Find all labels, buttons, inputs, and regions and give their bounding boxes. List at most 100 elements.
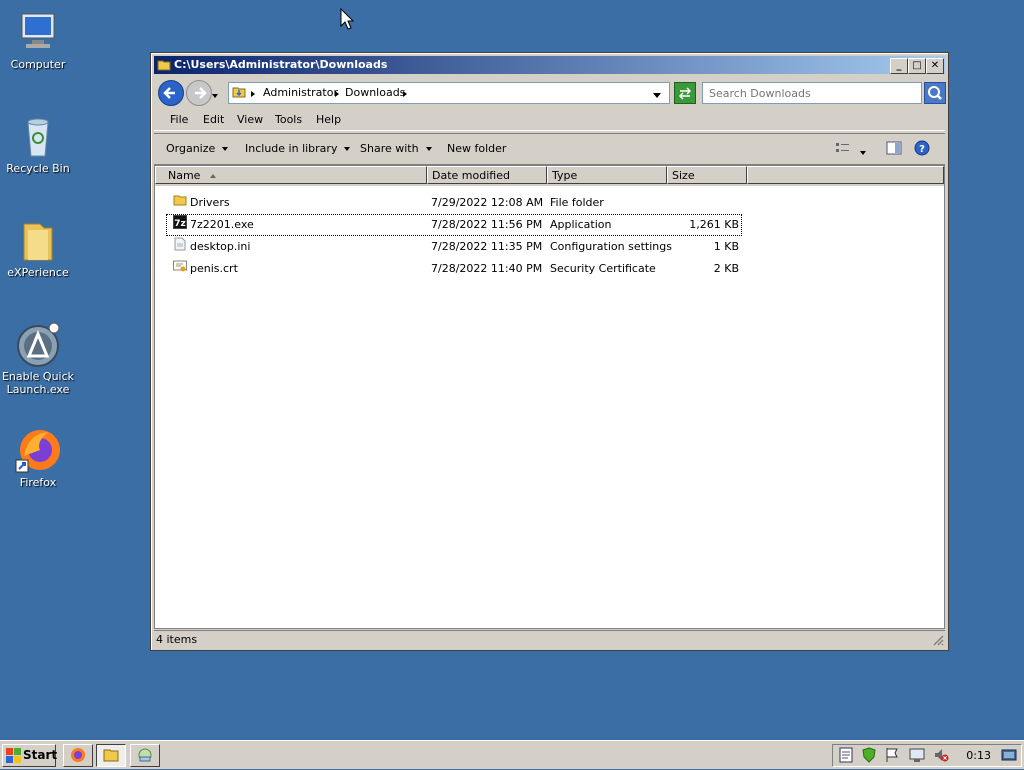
- breadcrumb-downloads[interactable]: Downloads: [345, 86, 405, 99]
- column-header-size[interactable]: Size: [667, 166, 747, 184]
- breadcrumb-administrator[interactable]: Administrator: [263, 86, 338, 99]
- file-date: 7/29/2022 12:08 AM: [431, 196, 544, 209]
- address-bar[interactable]: Administrator Downloads: [228, 82, 670, 104]
- title-bar[interactable]: C:\Users\Administrator\Downloads _ □ ✕: [154, 56, 945, 74]
- mouse-cursor-icon: [340, 7, 355, 33]
- forward-button[interactable]: [186, 80, 212, 106]
- search-input[interactable]: [707, 83, 911, 103]
- desktop-icon-recycle-bin[interactable]: Recycle Bin: [0, 112, 76, 175]
- desktop-icon-enable-quick-launch[interactable]: Enable Quick Launch.exe: [0, 320, 76, 396]
- menu-tools[interactable]: Tools: [275, 113, 302, 126]
- share-with-button[interactable]: Share with: [360, 142, 432, 155]
- chevron-down-icon: [344, 147, 351, 151]
- notes-tray-icon[interactable]: [839, 747, 853, 766]
- 7zip-icon: 7z: [173, 215, 187, 229]
- file-list[interactable]: Name Date modified Type Size Drivers 7/2…: [154, 165, 945, 629]
- view-options-dropdown[interactable]: [860, 146, 866, 159]
- column-headers: Name Date modified Type Size: [155, 166, 944, 186]
- start-label: Start: [23, 748, 58, 762]
- column-header-filler: [747, 166, 944, 184]
- chevron-down-icon: [425, 147, 432, 151]
- file-name: penis.crt: [190, 262, 238, 275]
- recent-pages-dropdown[interactable]: [212, 89, 218, 102]
- chevron-down-icon: [860, 151, 866, 155]
- preview-pane-button[interactable]: [886, 141, 902, 158]
- column-header-date-modified[interactable]: Date modified: [427, 166, 547, 184]
- back-button[interactable]: [158, 80, 184, 106]
- search-button[interactable]: [924, 82, 946, 104]
- show-desktop-icon[interactable]: [1001, 747, 1017, 766]
- table-row[interactable]: 7z 7z2201.exe 7/28/2022 11:56 PM Applica…: [166, 214, 742, 236]
- desktop-icon-label: Recycle Bin: [6, 162, 70, 175]
- taskbar-explorer-button[interactable]: [96, 744, 126, 767]
- file-type: File folder: [550, 196, 604, 209]
- view-options-button[interactable]: [835, 141, 851, 158]
- table-row[interactable]: penis.crt 7/28/2022 11:40 PM Security Ce…: [167, 259, 741, 279]
- menu-edit[interactable]: Edit: [203, 113, 224, 126]
- clock[interactable]: 0:13: [966, 749, 991, 762]
- command-bar: Organize Include in library Share with N…: [154, 133, 945, 165]
- file-size: 1 KB: [713, 240, 739, 253]
- desktop-icon-label: Enable Quick Launch.exe: [1, 370, 75, 396]
- flag-icon[interactable]: [885, 747, 899, 766]
- refresh-button[interactable]: [674, 82, 696, 104]
- file-size: 1,261 KB: [689, 218, 739, 231]
- desktop-icon-label: Computer: [10, 58, 66, 71]
- app-launcher-icon: [14, 320, 62, 368]
- security-shield-icon[interactable]: [861, 747, 877, 766]
- firefox-icon: [70, 747, 86, 766]
- explorer-window: C:\Users\Administrator\Downloads _ □ ✕ A…: [150, 52, 949, 651]
- display-icon[interactable]: [909, 747, 925, 766]
- menu-file[interactable]: File: [170, 113, 188, 126]
- svg-text:7z: 7z: [174, 219, 186, 229]
- volume-muted-icon[interactable]: [933, 747, 949, 766]
- folder-icon: [173, 193, 187, 207]
- organize-button[interactable]: Organize: [166, 142, 229, 155]
- maximize-button[interactable]: □: [908, 58, 926, 74]
- folder-icon: [157, 58, 171, 72]
- file-name: desktop.ini: [190, 240, 251, 253]
- menu-bar: File Edit View Tools Help: [154, 110, 945, 131]
- file-name: Drivers: [190, 196, 230, 209]
- column-header-name[interactable]: Name: [155, 166, 427, 184]
- desktop-icon-firefox[interactable]: Firefox: [0, 426, 76, 489]
- file-size: 2 KB: [713, 262, 739, 275]
- column-header-type[interactable]: Type: [547, 166, 667, 184]
- desktop-icon-experience[interactable]: eXPerience: [0, 216, 76, 279]
- desktop-icon-computer[interactable]: Computer: [0, 8, 76, 71]
- status-bar: 4 items: [154, 630, 945, 648]
- ini-file-icon: [173, 237, 187, 251]
- include-in-library-button[interactable]: Include in library: [245, 142, 351, 155]
- minimize-button[interactable]: _: [890, 58, 908, 74]
- taskbar-firefox-button[interactable]: [63, 744, 93, 767]
- certificate-icon: [173, 259, 187, 273]
- file-type: Application: [550, 218, 612, 231]
- search-box[interactable]: [702, 82, 922, 104]
- firefox-icon: [14, 426, 62, 474]
- system-tray: 0:13: [832, 744, 1022, 767]
- include-in-library-label: Include in library: [245, 142, 338, 155]
- address-row: Administrator Downloads: [154, 77, 946, 107]
- file-date: 7/28/2022 11:56 PM: [431, 218, 543, 231]
- resize-grip-icon[interactable]: [932, 634, 944, 651]
- taskbar-app-button[interactable]: [130, 744, 160, 767]
- organize-label: Organize: [166, 142, 216, 155]
- help-button[interactable]: ?: [914, 140, 930, 159]
- close-button[interactable]: ✕: [926, 58, 944, 74]
- start-button[interactable]: Start: [2, 744, 58, 770]
- taskbar: Start 0:13: [0, 740, 1024, 769]
- menu-view[interactable]: View: [237, 113, 263, 126]
- folder-icon: [14, 216, 62, 264]
- file-type: Configuration settings: [550, 240, 672, 253]
- new-folder-button[interactable]: New folder: [447, 142, 506, 155]
- svg-text:?: ?: [919, 144, 925, 155]
- folder-icon: [103, 747, 119, 766]
- file-date: 7/28/2022 11:35 PM: [431, 240, 543, 253]
- menu-help[interactable]: Help: [316, 113, 341, 126]
- table-row[interactable]: desktop.ini 7/28/2022 11:35 PM Configura…: [167, 237, 741, 257]
- windows-logo-icon: [6, 748, 21, 770]
- network-icon: [137, 747, 153, 766]
- table-row[interactable]: Drivers 7/29/2022 12:08 AM File folder: [167, 193, 741, 213]
- sort-ascending-icon: [209, 174, 216, 178]
- folder-icon: [232, 85, 246, 102]
